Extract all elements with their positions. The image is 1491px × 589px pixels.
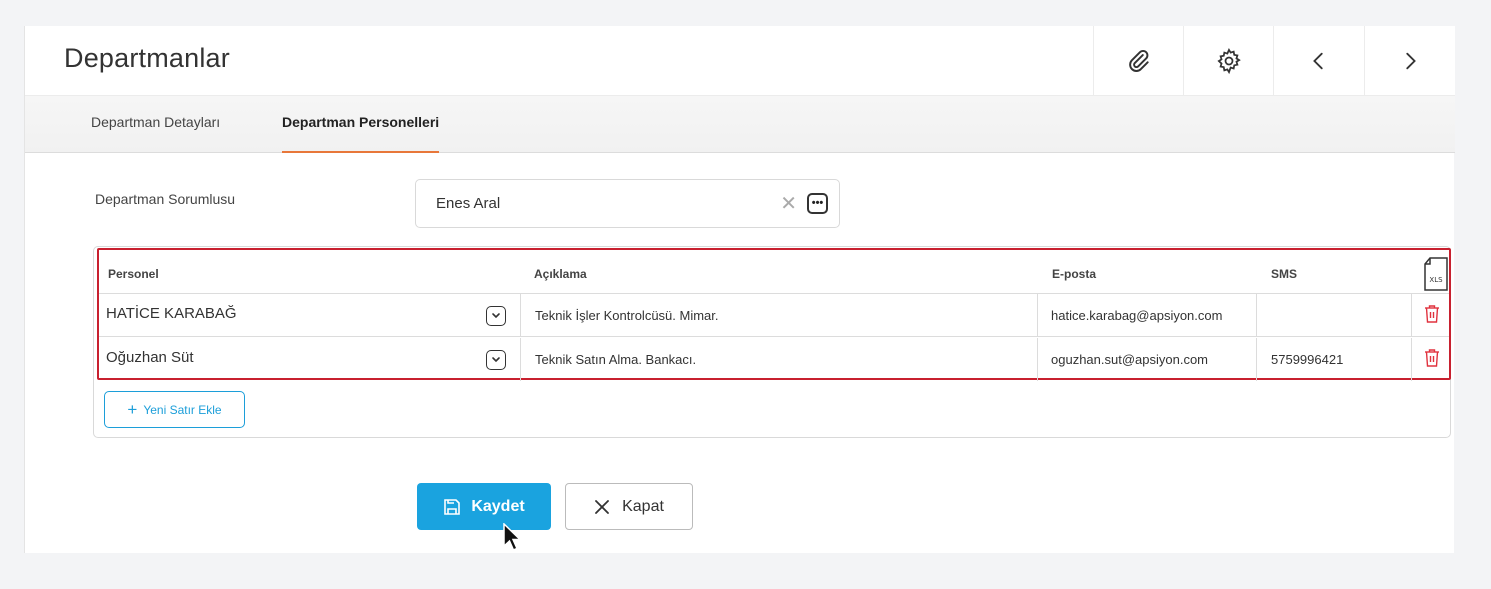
chevron-down-icon[interactable] bbox=[486, 306, 506, 326]
mouse-cursor-icon bbox=[503, 523, 522, 551]
attach-button[interactable] bbox=[1093, 26, 1183, 96]
table-row[interactable]: Oğuzhan Süt Teknik Satın Alma. Bankacı. … bbox=[99, 338, 1449, 381]
save-label: Kaydet bbox=[471, 497, 525, 515]
add-row-button[interactable]: + Yeni Satır Ekle bbox=[104, 391, 245, 428]
main-panel: Departmanlar Departman Detayları Departm… bbox=[24, 26, 1455, 553]
column-divider bbox=[1256, 338, 1257, 381]
grid-header: Personel Açıklama E-posta SMS XLS bbox=[99, 250, 1449, 294]
settings-button[interactable] bbox=[1183, 26, 1273, 96]
email-cell[interactable]: hatice.karabag@apsiyon.com bbox=[1051, 294, 1222, 337]
column-divider bbox=[1411, 294, 1412, 337]
column-divider bbox=[520, 338, 521, 381]
description-cell[interactable]: Teknik Satın Alma. Bankacı. bbox=[535, 338, 696, 381]
column-header-sms: SMS bbox=[1271, 267, 1298, 281]
person-name: Oğuzhan Süt bbox=[106, 349, 194, 366]
save-icon bbox=[444, 498, 461, 515]
person-name: HATİCE KARABAĞ bbox=[106, 305, 237, 322]
staff-grid-container: Personel Açıklama E-posta SMS XLS HATİCE… bbox=[93, 246, 1451, 438]
plus-icon: + bbox=[127, 400, 138, 419]
paperclip-icon bbox=[1128, 49, 1149, 72]
column-header-email: E-posta bbox=[1052, 267, 1097, 281]
column-divider bbox=[520, 294, 521, 337]
tab-department-details[interactable]: Departman Detayları bbox=[91, 96, 220, 153]
close-icon bbox=[595, 499, 609, 514]
xls-label: XLS bbox=[1429, 276, 1443, 284]
sms-cell[interactable]: 5759996421 bbox=[1271, 338, 1343, 381]
column-divider bbox=[1037, 294, 1038, 337]
manager-lookup-value: Enes Aral bbox=[436, 195, 501, 212]
column-divider bbox=[1037, 338, 1038, 381]
page-header: Departmanlar bbox=[25, 26, 1455, 96]
chevron-right-icon bbox=[1405, 52, 1416, 70]
page-title: Departmanlar bbox=[64, 43, 230, 73]
column-divider bbox=[1256, 294, 1257, 337]
chevron-left-icon bbox=[1312, 52, 1323, 70]
staff-grid: Personel Açıklama E-posta SMS XLS HATİCE… bbox=[97, 248, 1451, 381]
column-header-person: Personel bbox=[108, 267, 159, 281]
clear-icon[interactable]: ✕ bbox=[780, 191, 797, 216]
trash-icon[interactable] bbox=[1424, 304, 1440, 324]
add-row-label: Yeni Satır Ekle bbox=[143, 402, 222, 417]
tab-department-staff[interactable]: Departman Personelleri bbox=[282, 96, 440, 153]
more-options-icon[interactable]: ••• bbox=[807, 193, 828, 214]
tab-bar: Departman Detayları Departman Personelle… bbox=[25, 96, 1455, 153]
email-cell[interactable]: oguzhan.sut@apsiyon.com bbox=[1051, 338, 1208, 381]
next-button[interactable] bbox=[1364, 26, 1454, 96]
manager-label: Departman Sorumlusu bbox=[95, 191, 236, 207]
xls-export-icon[interactable]: XLS bbox=[1423, 257, 1449, 291]
column-header-description: Açıklama bbox=[534, 267, 587, 281]
table-row[interactable]: HATİCE KARABAĞ Teknik İşler Kontrolcüsü.… bbox=[99, 294, 1449, 337]
chevron-down-icon[interactable] bbox=[486, 350, 506, 370]
close-button[interactable]: Kapat bbox=[565, 483, 693, 530]
save-button[interactable]: Kaydet bbox=[417, 483, 551, 530]
trash-icon[interactable] bbox=[1424, 348, 1440, 368]
column-divider bbox=[1411, 338, 1412, 381]
close-label: Kapat bbox=[622, 497, 664, 515]
manager-lookup-field[interactable]: Enes Aral ✕ ••• bbox=[415, 179, 840, 228]
gear-icon bbox=[1216, 48, 1241, 75]
previous-button[interactable] bbox=[1273, 26, 1363, 96]
description-cell[interactable]: Teknik İşler Kontrolcüsü. Mimar. bbox=[535, 294, 719, 337]
